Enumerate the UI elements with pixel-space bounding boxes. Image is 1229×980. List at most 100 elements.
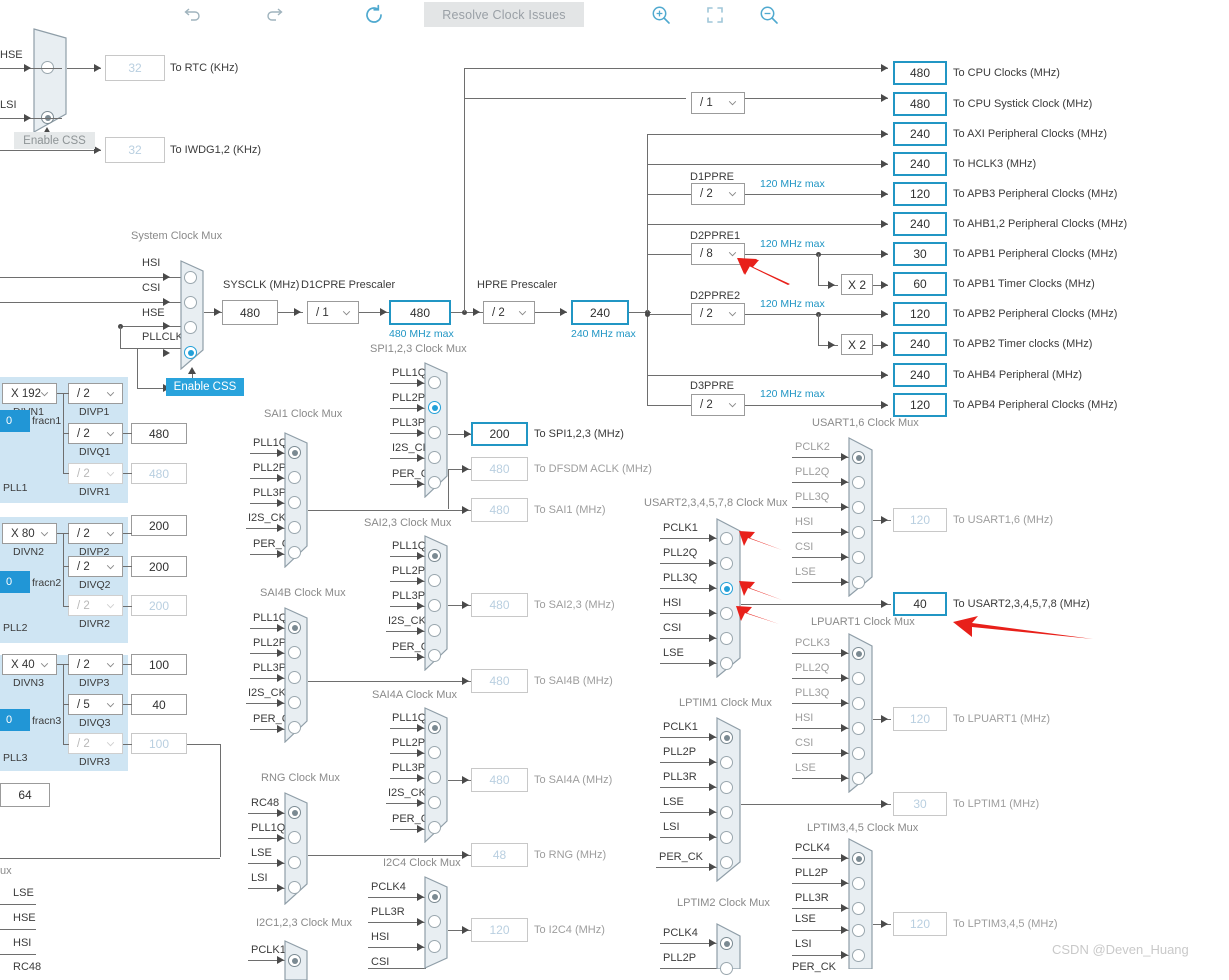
pll3-divp-select[interactable]: / 2 xyxy=(68,654,123,675)
sai4a-option-3[interactable] xyxy=(428,796,441,809)
pll2-divq-select[interactable]: / 2 xyxy=(68,556,123,577)
lptim345-option-1[interactable] xyxy=(852,877,865,890)
zoom-out-icon[interactable] xyxy=(757,3,779,25)
spi123-option-3[interactable] xyxy=(428,451,441,464)
system-mux-option-hse[interactable] xyxy=(184,321,197,334)
sai1-option-4[interactable] xyxy=(288,546,301,559)
system-enable-css-button[interactable]: Enable CSS xyxy=(166,378,244,396)
lptim1-option-4[interactable] xyxy=(720,831,733,844)
lptim1-option-3[interactable] xyxy=(720,806,733,819)
hpre-select[interactable]: / 2 xyxy=(483,301,535,324)
pll1-divp-select[interactable]: / 2 xyxy=(68,383,123,404)
pll3-fracn-value[interactable]: 0 xyxy=(0,709,30,731)
d1cpre-select[interactable]: / 1 xyxy=(307,301,359,324)
sai4b-option-0[interactable] xyxy=(288,621,301,634)
output-value-7[interactable]: 60 xyxy=(893,272,947,296)
undo-icon[interactable] xyxy=(180,4,202,26)
sai4a-option-4[interactable] xyxy=(428,821,441,834)
usart16-option-1[interactable] xyxy=(852,476,865,489)
sai4a-option-0[interactable] xyxy=(428,721,441,734)
spi123-output-value[interactable]: 200 xyxy=(471,422,528,446)
fit-screen-icon[interactable] xyxy=(703,3,725,25)
pll1-fracn-value[interactable]: 0 xyxy=(0,410,30,432)
pll2-divp-output[interactable]: 200 xyxy=(131,515,187,536)
sai4a-option-2[interactable] xyxy=(428,771,441,784)
pll2-fracn-value[interactable]: 0 xyxy=(0,571,30,593)
pll2-divq-output[interactable]: 200 xyxy=(131,556,187,577)
spi123-option-4[interactable] xyxy=(428,476,441,489)
sai4b-option-2[interactable] xyxy=(288,671,301,684)
usart16-clock-mux[interactable] xyxy=(848,437,873,597)
sai23-clock-mux[interactable] xyxy=(424,535,448,671)
pll1-divq-select[interactable]: / 2 xyxy=(68,423,123,444)
i2c123-clock-mux[interactable] xyxy=(284,940,308,980)
pll3-divq-output[interactable]: 40 xyxy=(131,694,187,715)
usart2345678-option-5[interactable] xyxy=(720,657,733,670)
output-value-10[interactable]: 240 xyxy=(893,363,947,387)
sai1-option-0[interactable] xyxy=(288,446,301,459)
spi123-option-2[interactable] xyxy=(428,426,441,439)
sai4a-clock-mux[interactable] xyxy=(424,707,448,843)
sai4b-option-4[interactable] xyxy=(288,721,301,734)
rng-option-2[interactable] xyxy=(288,856,301,869)
lpuart1-option-0[interactable] xyxy=(852,647,865,660)
output-value-1[interactable]: 480 xyxy=(893,92,947,116)
pll3-divr-output[interactable]: 100 xyxy=(131,733,187,754)
sai1-output-value[interactable]: 480 xyxy=(471,498,528,522)
rng-clock-mux[interactable] xyxy=(284,792,308,905)
rtc-enable-css-button[interactable]: Enable CSS xyxy=(14,132,95,149)
spi123-option-0[interactable] xyxy=(428,376,441,389)
sai4b-option-3[interactable] xyxy=(288,696,301,709)
sai1-clock-mux[interactable] xyxy=(284,432,308,568)
output-value-0[interactable]: 480 xyxy=(893,61,947,85)
pll2-divr-select[interactable]: / 2 xyxy=(68,595,123,616)
d1ppre-select[interactable]: / 2 xyxy=(691,183,745,205)
lptim1-clock-mux[interactable] xyxy=(716,717,741,882)
lptim345-option-3[interactable] xyxy=(852,924,865,937)
usart2345678-option-1[interactable] xyxy=(720,557,733,570)
i2c4-option-1[interactable] xyxy=(428,915,441,928)
output-value-11[interactable]: 120 xyxy=(893,393,947,417)
i2c4-option-2[interactable] xyxy=(428,940,441,953)
sai4b-output-value[interactable]: 480 xyxy=(471,669,528,693)
system-clock-mux[interactable] xyxy=(180,260,204,370)
d1cpre-output-value[interactable]: 480 xyxy=(389,300,451,325)
usart16-option-4[interactable] xyxy=(852,551,865,564)
pll3-divp-output[interactable]: 100 xyxy=(131,654,187,675)
lptim345-option-2[interactable] xyxy=(852,902,865,915)
output-value-5[interactable]: 240 xyxy=(893,212,947,236)
pll2-divn-select[interactable]: X 80 xyxy=(2,523,57,544)
sai4b-option-1[interactable] xyxy=(288,646,301,659)
output-value-8[interactable]: 120 xyxy=(893,302,947,326)
lptim345-output-value[interactable]: 120 xyxy=(893,912,947,936)
lptim2-clock-mux[interactable] xyxy=(716,923,741,975)
sai23-option-4[interactable] xyxy=(428,649,441,662)
system-mux-option-hsi[interactable] xyxy=(184,271,197,284)
systick-prescaler-select[interactable]: / 1 xyxy=(691,92,745,114)
lpuart1-option-2[interactable] xyxy=(852,697,865,710)
spi123-option-1[interactable] xyxy=(428,401,441,414)
usart2345678-option-0[interactable] xyxy=(720,532,733,545)
refresh-icon[interactable] xyxy=(362,3,384,25)
lptim2-option-0[interactable] xyxy=(720,937,733,950)
usart2345678-output-value[interactable]: 40 xyxy=(893,592,947,616)
sysclk-value[interactable]: 480 xyxy=(222,300,278,325)
output-value-6[interactable]: 30 xyxy=(893,242,947,266)
sai23-output-value[interactable]: 480 xyxy=(471,593,528,617)
pll3-divq-select[interactable]: / 5 xyxy=(68,694,123,715)
sai1-option-2[interactable] xyxy=(288,496,301,509)
lpuart1-option-1[interactable] xyxy=(852,672,865,685)
i2c4-clock-mux[interactable] xyxy=(424,876,448,969)
d3ppre-select[interactable]: / 2 xyxy=(691,394,745,416)
lptim1-option-2[interactable] xyxy=(720,781,733,794)
pll1-divr-select[interactable]: / 2 xyxy=(68,463,123,484)
i2c4-option-0[interactable] xyxy=(428,890,441,903)
dfsdm-output-value[interactable]: 480 xyxy=(471,457,528,481)
rng-option-0[interactable] xyxy=(288,806,301,819)
lpuart1-output-value[interactable]: 120 xyxy=(893,707,947,731)
pll1-divn-select[interactable]: X 192 xyxy=(2,383,57,404)
lptim345-clock-mux[interactable] xyxy=(848,838,873,969)
sai4b-clock-mux[interactable] xyxy=(284,607,308,743)
usart16-output-value[interactable]: 120 xyxy=(893,508,947,532)
lptim1-option-0[interactable] xyxy=(720,731,733,744)
